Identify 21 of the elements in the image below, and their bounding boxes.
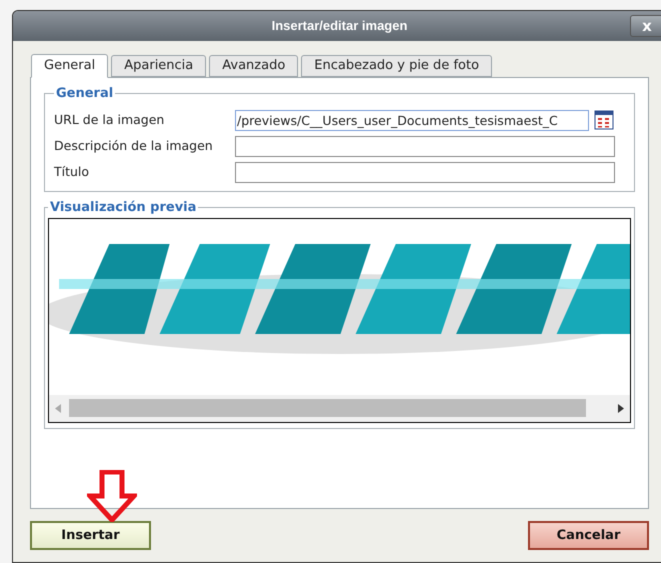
input-field[interactable] [235, 162, 615, 182]
horizontal-scrollbar[interactable] [49, 394, 630, 422]
tab[interactable]: Avanzado [209, 55, 298, 77]
field-label: URL de la imagen [54, 110, 166, 129]
tab[interactable]: Encabezado y pie de foto [301, 55, 492, 77]
window-title: Insertar/editar imagen [272, 17, 408, 36]
insert-button[interactable]: Insertar [30, 521, 151, 550]
cancel-button[interactable]: Cancelar [528, 521, 649, 550]
group-legend: General [54, 84, 116, 104]
scroll-right-icon[interactable] [618, 404, 624, 412]
browse-icon[interactable] [594, 110, 614, 130]
field-label: Descripción de la imagen [54, 136, 214, 155]
scroll-left-icon[interactable] [55, 404, 61, 412]
down-arrow-icon [87, 470, 137, 522]
group-legend: Visualización previa [48, 198, 198, 218]
scrollbar-thumb[interactable] [69, 399, 586, 417]
tab[interactable]: General [31, 54, 108, 78]
field-label: Título [54, 162, 90, 181]
input-field[interactable] [235, 136, 615, 156]
input-field[interactable]: /previews/C__Users_user_Documents_tesismaest_C [235, 110, 589, 130]
tab[interactable]: Apariencia [111, 55, 206, 77]
